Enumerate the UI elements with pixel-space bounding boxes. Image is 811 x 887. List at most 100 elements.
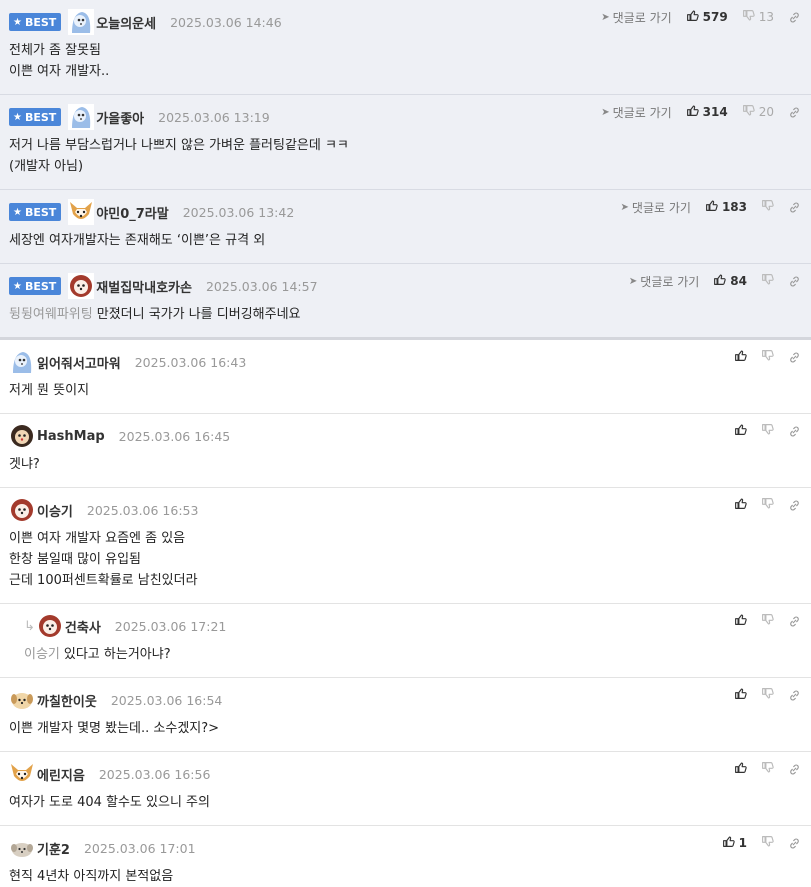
go-to-comment-link[interactable]: ➤ 댓글로 가기 <box>629 273 699 290</box>
thumbs-up-icon <box>686 9 699 25</box>
timestamp: 2025.03.06 16:45 <box>118 428 231 444</box>
comment-text: 뒹뒹여웨파위팅 만졌더니 국가가 나를 디버깅해주네요 <box>9 299 811 337</box>
nickname[interactable]: 야민0_7라말 <box>96 203 168 222</box>
copy-link-icon[interactable] <box>788 425 801 438</box>
like-button[interactable]: 1 <box>722 835 747 851</box>
comment-actions: ➤ 댓글로 가기 314 20 <box>601 104 801 120</box>
go-to-comment-link[interactable]: ➤ 댓글로 가기 <box>601 9 671 26</box>
nickname[interactable]: HashMap <box>37 429 105 444</box>
avatar[interactable] <box>9 835 35 861</box>
copy-link-icon[interactable] <box>788 351 801 364</box>
dislike-button[interactable]: 13 <box>742 9 774 25</box>
best-badge: ★ BEST <box>9 13 62 31</box>
copy-link-icon[interactable] <box>788 106 801 119</box>
thumbs-down-icon <box>761 613 774 629</box>
avatar[interactable] <box>9 423 35 449</box>
best-badge: ★ BEST <box>9 203 62 221</box>
avatar[interactable] <box>9 761 35 787</box>
copy-link-icon[interactable] <box>788 763 801 776</box>
nickname[interactable]: 기훈2 <box>37 839 70 858</box>
nickname[interactable]: 재벌집막내호카손 <box>96 277 192 296</box>
nickname[interactable]: 읽어줘서고마워 <box>37 353 121 372</box>
nickname[interactable]: 오늘의운세 <box>96 13 156 32</box>
go-to-comment-label: 댓글로 가기 <box>612 10 672 25</box>
like-button[interactable] <box>734 349 747 365</box>
go-to-comment-label: 댓글로 가기 <box>631 200 691 215</box>
comment-item: 기훈2 2025.03.06 17:01 1 현직 4년차 아직까지 본적없음 <box>0 826 811 887</box>
like-count: 314 <box>702 105 728 119</box>
like-button[interactable]: 314 <box>686 104 728 120</box>
like-button[interactable]: 579 <box>686 9 728 25</box>
like-button[interactable] <box>734 687 747 703</box>
comment-line-text: (개발자 아님) <box>9 159 84 174</box>
like-button[interactable] <box>734 761 747 777</box>
mention-name[interactable]: 이승기 <box>24 647 60 662</box>
timestamp: 2025.03.06 13:19 <box>158 109 270 125</box>
avatar[interactable] <box>36 613 63 639</box>
comment-list: ★ BEST 오늘의운세 2025.03.06 14:46 ➤ 댓글로 가기 579 13 전체… <box>0 0 811 887</box>
dislike-button[interactable] <box>761 497 774 513</box>
comment-item: 까칠한이웃 2025.03.06 16:54 이쁜 개발자 몇명 봤는데.. 소수겠… <box>0 678 811 752</box>
like-count: 1 <box>738 836 747 850</box>
dislike-button[interactable] <box>761 613 774 629</box>
avatar[interactable] <box>68 199 95 225</box>
nickname[interactable]: 건축사 <box>65 617 101 636</box>
like-button[interactable] <box>734 423 747 439</box>
dislike-button[interactable] <box>761 423 774 439</box>
dislike-button[interactable] <box>761 199 774 215</box>
comment-line: 현직 4년차 아직까지 본적없음 <box>9 866 811 887</box>
comment-line: 세장엔 여자개발자는 존재해도 ‘이쁜’은 규격 외 <box>9 230 811 251</box>
like-button[interactable] <box>734 497 747 513</box>
like-button[interactable]: 84 <box>713 273 747 289</box>
comment-line-text: 저게 뭔 뜻이지 <box>9 383 90 398</box>
copy-link-icon[interactable] <box>788 689 801 702</box>
dislike-button[interactable] <box>761 687 774 703</box>
dislike-button[interactable] <box>761 835 774 851</box>
comment-line: 이쁜 여자 개발자.. <box>9 61 811 82</box>
like-button[interactable]: 183 <box>705 199 747 215</box>
copy-link-icon[interactable] <box>788 201 801 214</box>
comment-line: (개발자 아님) <box>9 156 811 177</box>
best-label: BEST <box>24 205 57 219</box>
comment-line-text: 이쁜 여자 개발자.. <box>9 64 110 79</box>
comment-actions: ➤ 댓글로 가기 183 <box>621 199 801 215</box>
comment-actions <box>734 613 801 629</box>
avatar[interactable] <box>9 687 35 713</box>
go-to-comment-link[interactable]: ➤ 댓글로 가기 <box>621 199 691 216</box>
mention-name[interactable]: 뒹뒹여웨파위팅 <box>9 307 93 322</box>
comment-item: ★ BEST 재벌집막내호카손 2025.03.06 14:57 ➤ 댓글로 가기 84 뒹뒹… <box>0 264 811 340</box>
timestamp: 2025.03.06 14:57 <box>205 278 318 294</box>
dislike-button[interactable] <box>761 349 774 365</box>
thumbs-up-icon <box>734 349 747 365</box>
avatar[interactable] <box>9 349 35 375</box>
avatar[interactable] <box>68 9 95 35</box>
thumbs-up-icon <box>734 423 747 439</box>
copy-link-icon[interactable] <box>788 499 801 512</box>
dislike-count: 13 <box>758 10 774 24</box>
star-icon: ★ <box>13 280 22 292</box>
timestamp: 2025.03.06 17:01 <box>83 840 196 856</box>
avatar[interactable] <box>68 104 95 130</box>
copy-link-icon[interactable] <box>788 615 801 628</box>
thumbs-up-icon <box>722 835 735 851</box>
copy-link-icon[interactable] <box>788 275 801 288</box>
avatar[interactable] <box>9 497 35 523</box>
dislike-button[interactable] <box>761 761 774 777</box>
like-button[interactable] <box>734 613 747 629</box>
dislike-button[interactable] <box>761 273 774 289</box>
comment-line: 이쁜 여자 개발자 요즘엔 좀 있음 <box>9 528 811 549</box>
nickname[interactable]: 이승기 <box>37 501 73 520</box>
comment-header: ↳ 건축사 2025.03.06 17:21 <box>24 613 811 639</box>
nickname[interactable]: 에린지음 <box>37 765 85 784</box>
go-to-comment-link[interactable]: ➤ 댓글로 가기 <box>601 104 671 121</box>
comment-actions <box>734 349 801 365</box>
thumbs-up-icon <box>734 761 747 777</box>
copy-link-icon[interactable] <box>788 11 801 24</box>
dislike-button[interactable]: 20 <box>742 104 774 120</box>
nickname[interactable]: 가을좋아 <box>96 108 144 127</box>
nickname[interactable]: 까칠한이웃 <box>37 691 97 710</box>
comment-text: 저거 나름 부담스럽거나 나쁘지 않은 가벼운 플러팅같은데 ㅋㅋ (개발자 아님… <box>9 130 811 189</box>
copy-link-icon[interactable] <box>788 837 801 850</box>
avatar[interactable] <box>68 273 95 299</box>
comment-line-text: 저거 나름 부담스럽거나 나쁘지 않은 가벼운 플러팅같은데 ㅋㅋ <box>9 138 349 153</box>
